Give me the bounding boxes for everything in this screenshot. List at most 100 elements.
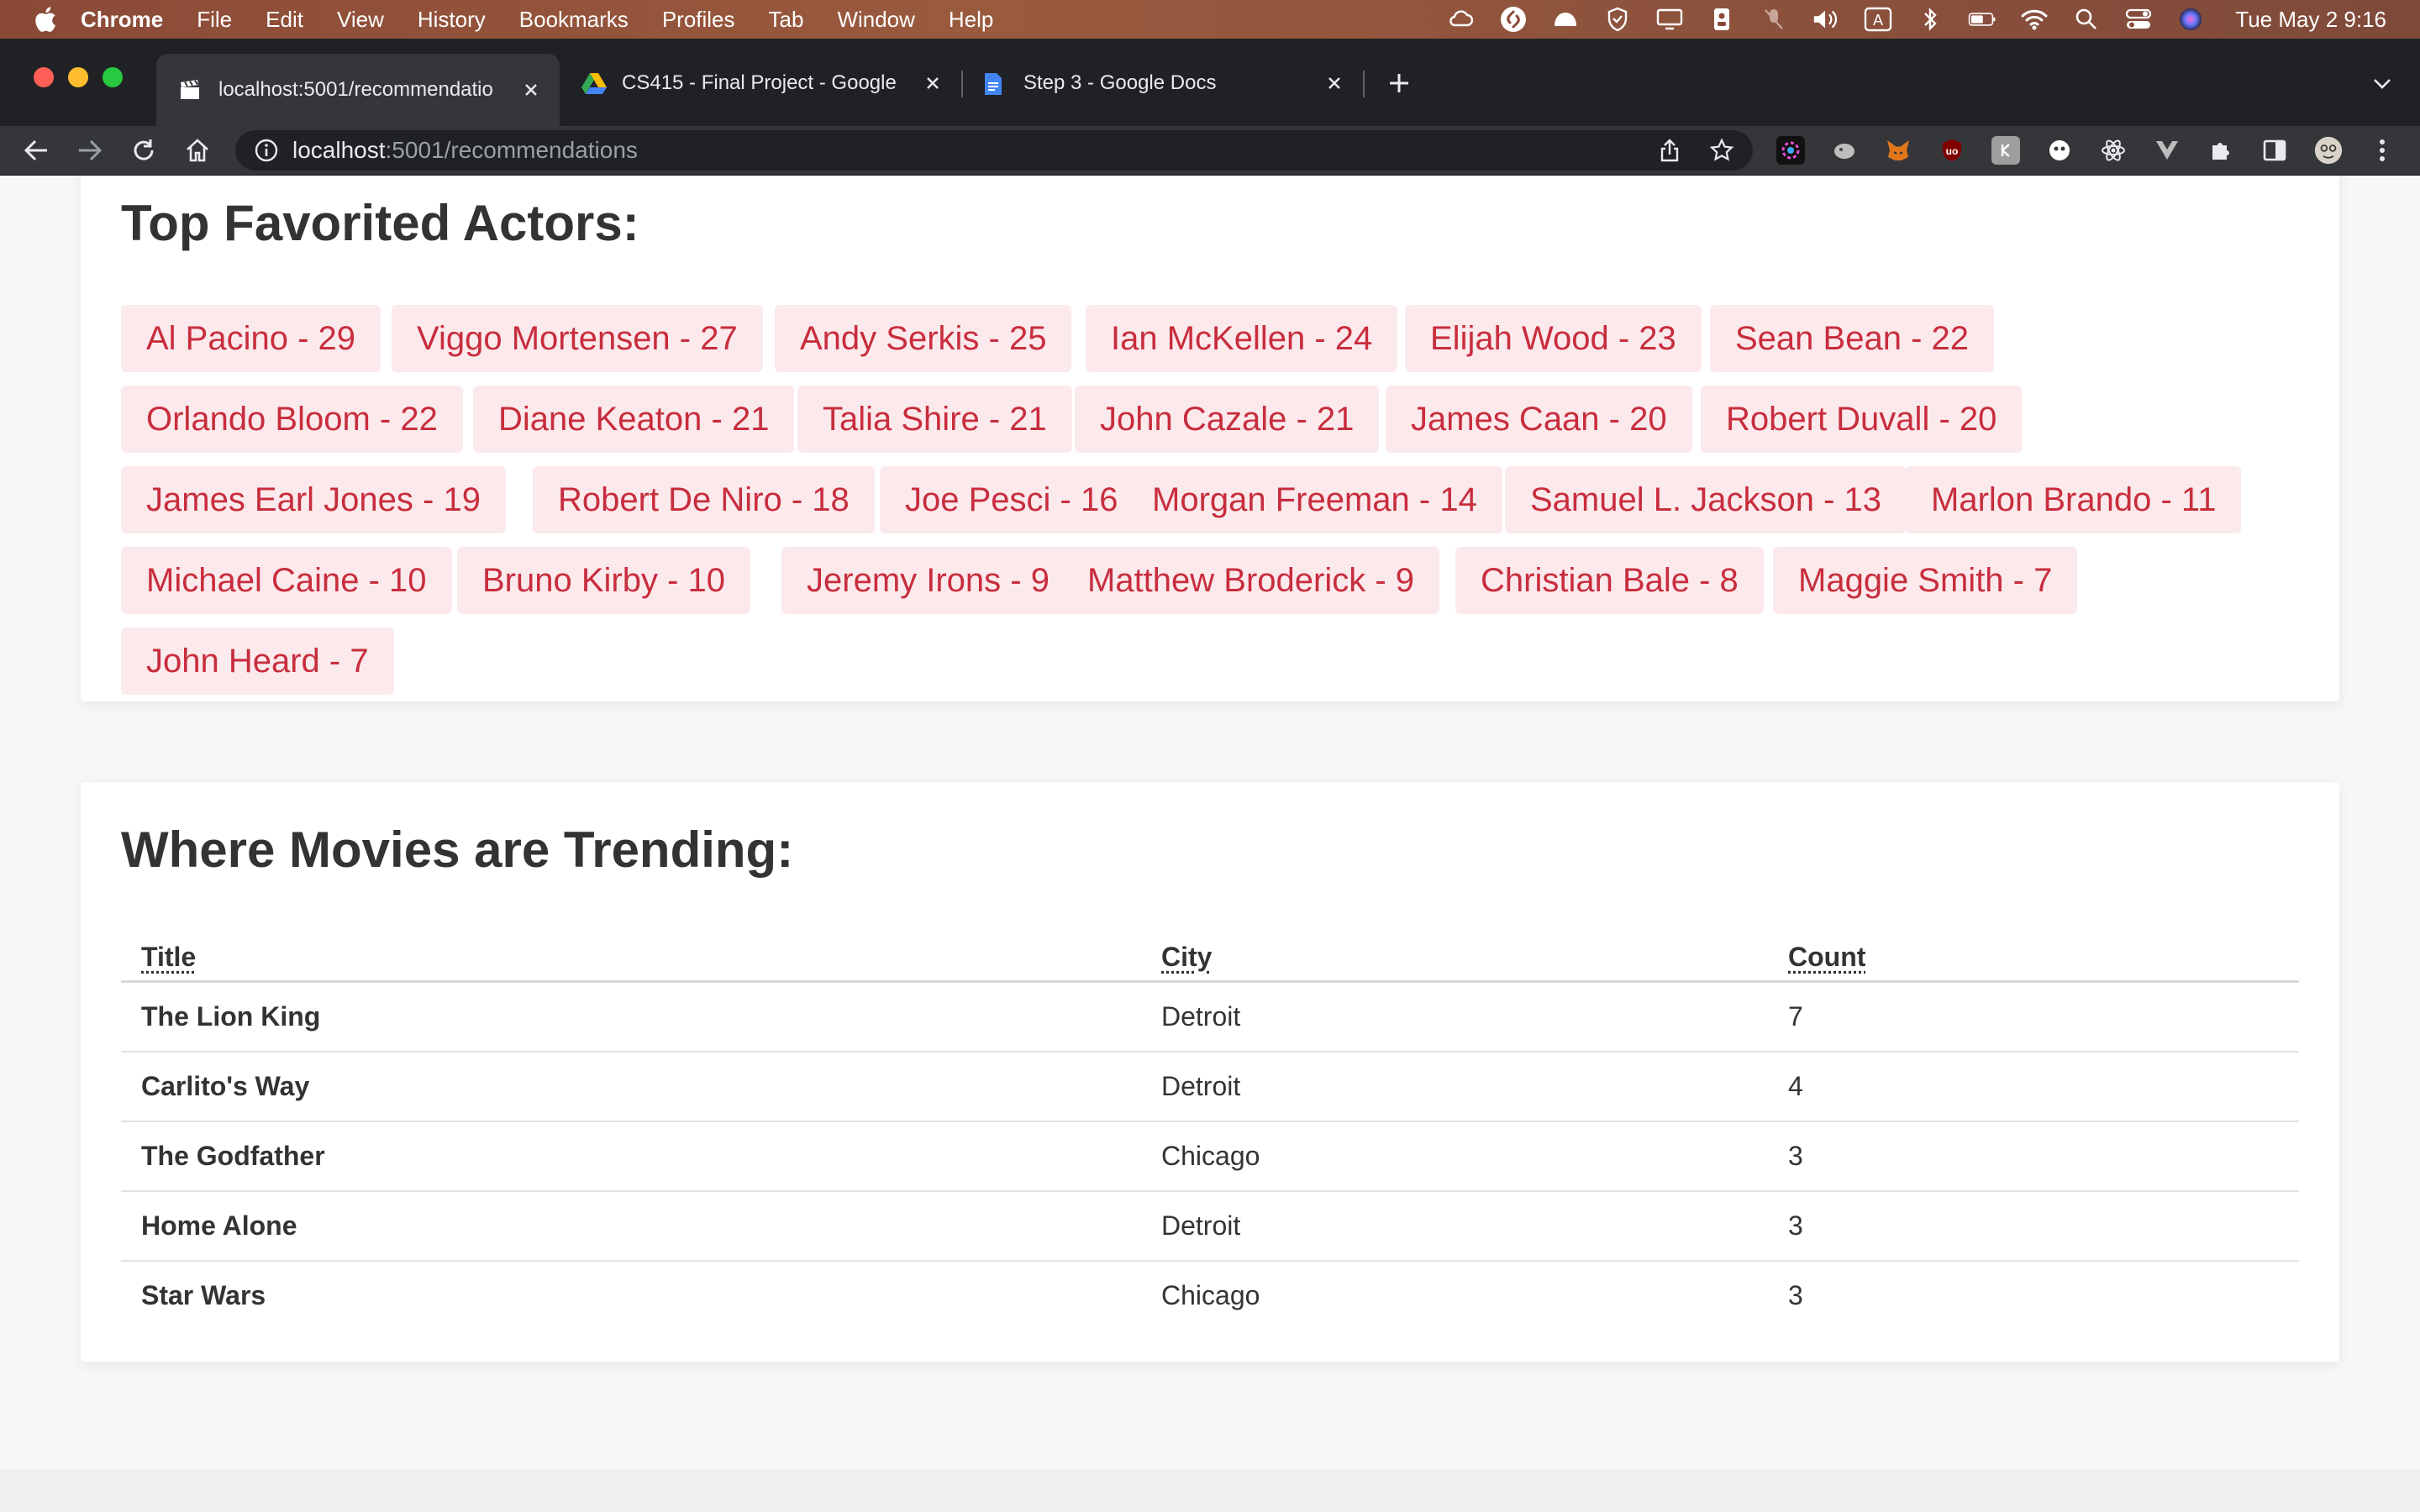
page-viewport[interactable]: Top Favorited Actors: Al Pacino - 29 Vig… <box>0 176 2420 1512</box>
mic-off-icon[interactable] <box>1760 7 1788 32</box>
city-cell: Chicago <box>1141 1121 1768 1192</box>
forward-arrow-icon[interactable] <box>76 136 104 165</box>
close-tab-icon[interactable] <box>921 71 944 95</box>
volume-icon[interactable] <box>1812 7 1840 32</box>
battery-icon[interactable] <box>1968 7 1996 32</box>
actor-chip[interactable]: Robert De Niro - 18 <box>533 466 875 533</box>
city-cell: Detroit <box>1141 1191 1768 1262</box>
actor-chip[interactable]: James Earl Jones - 19 <box>121 466 506 533</box>
tab-search-chevron-down-icon[interactable] <box>2368 69 2396 97</box>
badge-icon[interactable] <box>1707 7 1736 32</box>
extension-cloud-icon[interactable] <box>1830 136 1859 165</box>
vue-devtools-icon[interactable] <box>2153 136 2181 165</box>
actor-chip[interactable]: Elijah Wood - 23 <box>1405 305 1702 372</box>
actor-chip[interactable]: Matthew Broderick - 9 <box>1062 547 1440 614</box>
menu-tab[interactable]: Tab <box>769 7 804 33</box>
actor-chip[interactable]: Bruno Kirby - 10 <box>457 547 751 614</box>
extension-circle-icon[interactable] <box>2045 136 2074 165</box>
close-window-button[interactable] <box>34 67 54 87</box>
maximize-window-button[interactable] <box>103 67 123 87</box>
actor-chip[interactable]: Ian McKellen - 24 <box>1086 305 1398 372</box>
column-header-title[interactable]: Title <box>121 933 1141 983</box>
profile-avatar[interactable] <box>2314 136 2343 165</box>
tab-cs415-final-project[interactable]: CS415 - Final Project - Google <box>560 60 961 106</box>
movie-title-cell: The Lion King <box>121 981 1141 1053</box>
control-center-icon[interactable] <box>2124 7 2153 32</box>
close-tab-icon[interactable] <box>519 78 543 102</box>
tab-separator <box>1363 71 1365 97</box>
menu-bar-clock[interactable]: Tue May 2 9:16 <box>2235 7 2386 33</box>
close-tab-icon[interactable] <box>1323 71 1346 95</box>
bookmark-star-icon[interactable] <box>1707 136 1736 165</box>
url-host: localhost <box>292 137 386 163</box>
display-icon[interactable] <box>1655 7 1684 32</box>
menu-history[interactable]: History <box>418 7 486 33</box>
cloud-sync-icon[interactable] <box>1447 7 1476 32</box>
actor-chip[interactable]: Viggo Mortensen - 27 <box>392 305 763 372</box>
actor-chip[interactable]: Samuel L. Jackson - 13 <box>1505 466 1907 533</box>
table-row: Home Alone Detroit 3 <box>121 1191 2299 1262</box>
movie-title-cell: Carlito's Way <box>121 1052 1141 1122</box>
column-header-city[interactable]: City <box>1141 933 1768 983</box>
extensions-puzzle-icon[interactable] <box>2207 136 2235 165</box>
actor-chip[interactable]: Marlon Brando - 11 <box>1906 466 2242 533</box>
extension-gray-square-icon[interactable] <box>1991 136 2020 165</box>
side-panel-icon[interactable] <box>2260 136 2289 165</box>
menu-profiles[interactable]: Profiles <box>662 7 735 33</box>
menu-help[interactable]: Help <box>949 7 993 33</box>
back-arrow-icon[interactable] <box>22 136 50 165</box>
apple-icon[interactable] <box>34 7 57 32</box>
menu-app-name[interactable]: Chrome <box>81 7 163 33</box>
minimize-window-button[interactable] <box>68 67 88 87</box>
menu-bookmarks[interactable]: Bookmarks <box>519 7 629 33</box>
input-source-icon[interactable]: A <box>1864 7 1892 32</box>
ublock-origin-icon[interactable]: uo <box>1938 136 1966 165</box>
menu-window[interactable]: Window <box>837 7 914 33</box>
actor-chip[interactable]: Michael Caine - 10 <box>121 547 452 614</box>
actor-chip[interactable]: Robert Duvall - 20 <box>1701 386 2023 453</box>
column-header-count[interactable]: Count <box>1768 933 2299 983</box>
wifi-icon[interactable] <box>2020 7 2049 32</box>
home-icon[interactable] <box>183 136 212 165</box>
actor-chip[interactable]: James Caan - 20 <box>1386 386 1692 453</box>
site-info-icon[interactable] <box>254 138 279 163</box>
actor-chip[interactable]: Morgan Freeman - 14 <box>1127 466 1502 533</box>
macos-menu-bar: Chrome File Edit View History Bookmarks … <box>0 0 2420 39</box>
tab-recommendations[interactable]: localhost:5001/recommendatio <box>156 54 560 126</box>
actor-chip[interactable]: John Heard - 7 <box>121 627 394 695</box>
siri-icon[interactable] <box>2176 7 2205 32</box>
shazam-icon[interactable] <box>1499 7 1528 32</box>
table-header-row: Title City Count <box>121 933 2299 983</box>
actor-chip[interactable]: Sean Bean - 22 <box>1710 305 1994 372</box>
reload-icon[interactable] <box>129 136 158 165</box>
extension-colorful-icon[interactable] <box>1776 136 1805 165</box>
actor-chip[interactable]: Maggie Smith - 7 <box>1773 547 2078 614</box>
actor-chip[interactable]: Talia Shire - 21 <box>797 386 1072 453</box>
actor-chip[interactable]: Orlando Bloom - 22 <box>121 386 463 453</box>
spotlight-search-icon[interactable] <box>2072 7 2101 32</box>
movie-title-cell: Star Wars <box>141 1280 266 1310</box>
menu-view[interactable]: View <box>337 7 384 33</box>
react-devtools-icon[interactable] <box>2099 136 2128 165</box>
actor-chip[interactable]: John Cazale - 21 <box>1075 386 1380 453</box>
actor-chip[interactable]: Joe Pesci - 16 <box>880 466 1144 533</box>
bluetooth-icon[interactable] <box>1916 7 1944 32</box>
tab-title: Step 3 - Google Docs <box>1023 71 1217 94</box>
actor-chip[interactable]: Diane Keaton - 21 <box>473 386 795 453</box>
tab-step3-google-docs[interactable]: Step 3 - Google Docs <box>961 60 1363 106</box>
actor-chip[interactable]: Al Pacino - 29 <box>121 305 381 372</box>
actor-chip[interactable]: Jeremy Irons - 9 <box>781 547 1075 614</box>
cap-icon[interactable] <box>1551 7 1580 32</box>
city-cell: Chicago <box>1161 1280 1260 1310</box>
metamask-fox-icon[interactable] <box>1884 136 1912 165</box>
new-tab-plus-icon[interactable] <box>1385 69 1413 97</box>
menu-file[interactable]: File <box>197 7 232 33</box>
shield-icon[interactable] <box>1603 7 1632 32</box>
chrome-menu-kebab-icon[interactable] <box>2368 136 2396 165</box>
actor-chip[interactable]: Andy Serkis - 25 <box>775 305 1072 372</box>
address-bar[interactable]: localhost:5001/recommendations <box>235 130 1753 171</box>
menu-edit[interactable]: Edit <box>266 7 303 33</box>
movie-title-cell: The Godfather <box>121 1121 1141 1192</box>
share-icon[interactable] <box>1655 136 1684 165</box>
actor-chip[interactable]: Christian Bale - 8 <box>1455 547 1764 614</box>
